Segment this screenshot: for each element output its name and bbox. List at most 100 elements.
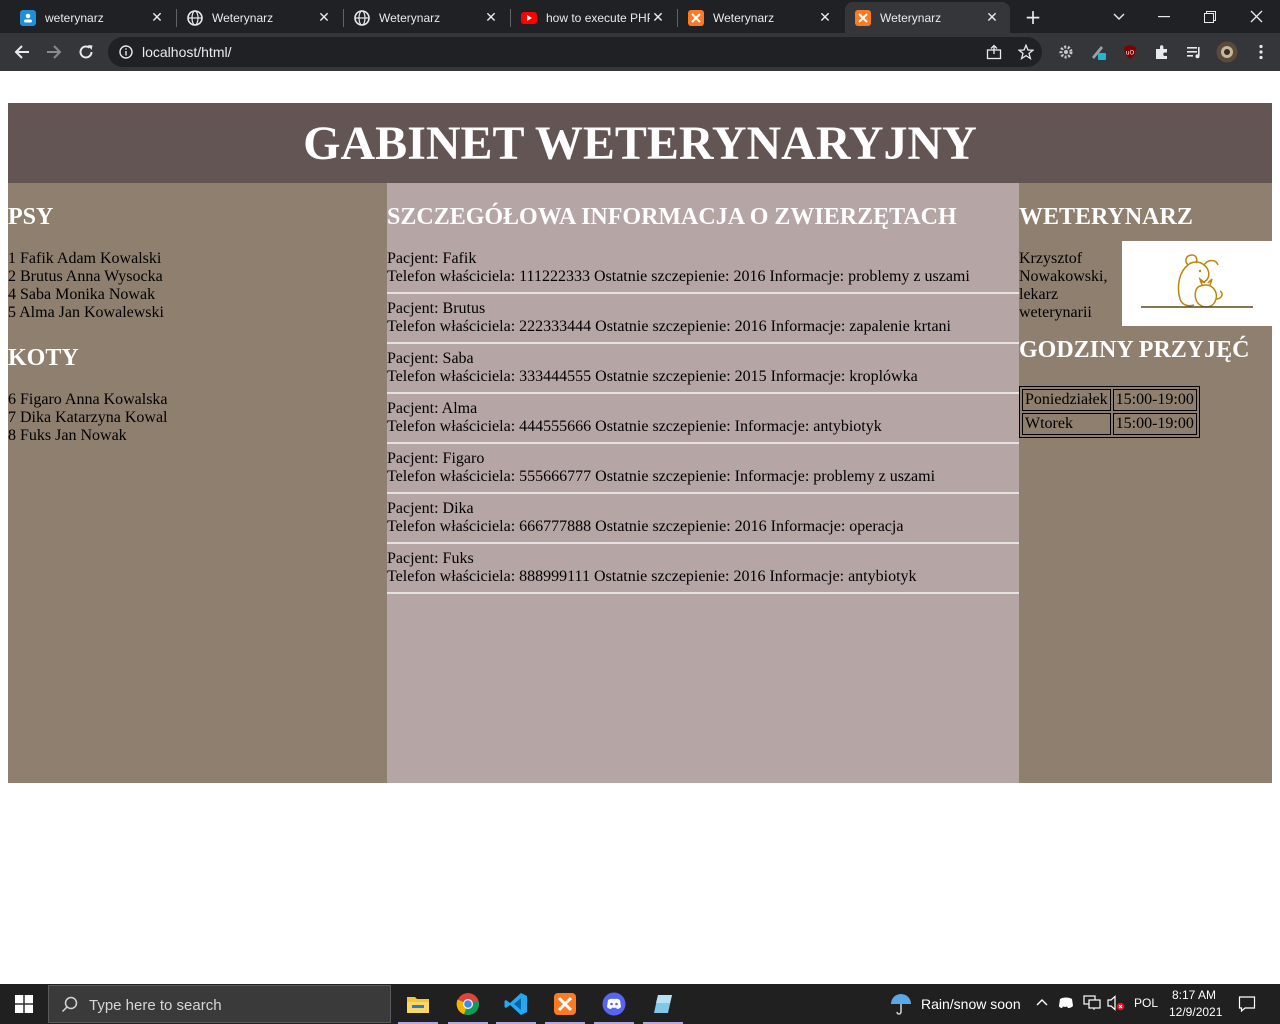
vet-info: Krzysztof Nowakowski, lekarz weterynarii [1019,241,1272,336]
table-row: Poniedziałek 15:00-19:00 [1022,389,1197,411]
notepad-icon [654,995,672,1013]
discord-tray-icon[interactable] [1058,996,1074,1010]
shield-icon: uO [1124,45,1136,59]
tab-title: how to execute PHP [546,10,650,25]
tab-title: Weterynarz [880,10,942,25]
vet-name-line: weterynarii [1019,304,1092,321]
discord-icon [602,992,626,1016]
chrome-button[interactable] [444,984,492,1024]
hours-table: Poniedziałek 15:00-19:00 Wtorek 15:00-19… [1019,386,1200,438]
chevron-down-icon [1113,13,1125,20]
patient-record: Pacjent: Saba Telefon właściciela: 33344… [387,350,1019,394]
right-panel: WETERYNARZ Krzysztof Nowakowski, lekarz … [1019,183,1272,783]
patient-name: Pacjent: Figaro [387,450,485,467]
info-icon[interactable] [119,45,133,59]
day-cell: Wtorek [1022,413,1111,435]
tab-search-button[interactable] [1096,0,1142,33]
ublock-extension[interactable]: uO [1121,43,1139,61]
back-button[interactable] [9,39,35,65]
tab-title: Weterynarz [379,10,441,25]
new-tab-button[interactable]: + [1022,6,1044,28]
vet-name-line: Krzysztof [1019,250,1083,267]
browser-tab[interactable]: weterynarz ✕ [10,2,175,33]
browser-tab-active[interactable]: Weterynarz ✕ [845,2,1010,33]
web-page: GABINET WETERYNARYJNY PSY 1 Fafik Adam K… [0,71,1280,983]
umbrella-icon[interactable] [889,992,913,1016]
browser-tab[interactable]: Weterynarz ✕ [678,2,843,33]
close-icon[interactable]: ✕ [483,9,499,26]
patient-info: Telefon właściciela: 444555666 Ostatnie … [387,418,882,435]
browser-tab[interactable]: Weterynarz ✕ [177,2,342,33]
restore-button[interactable] [1187,0,1233,33]
start-button[interactable] [0,984,48,1024]
vet-name-line: lekarz [1019,286,1059,303]
xampp-icon [688,9,704,26]
browser-tab[interactable]: Weterynarz ✕ [344,2,509,33]
share-icon[interactable] [986,44,1002,60]
details-heading: SZCZEGÓŁOWA INFORMACJA O ZWIERZĘTACH [387,204,957,230]
patient-name: Pacjent: Brutus [387,300,486,317]
patient-record: Pacjent: Alma Telefon właściciela: 44455… [387,400,1019,444]
reload-button[interactable] [73,39,99,65]
extensions-button[interactable] [1153,43,1171,61]
close-window-button[interactable] [1233,0,1279,33]
minimize-button[interactable] [1141,0,1187,33]
patient-record: Pacjent: Fafik Telefon właściciela: 1112… [387,250,1019,294]
cats-list: 6 Figaro Anna Kowalska 7 Dika Katarzyna … [8,391,387,445]
clock-time[interactable]: 8:17 AM [1172,988,1216,1002]
close-icon[interactable]: ✕ [316,9,332,26]
browser-toolbar: localhost/html/ uO [0,33,1280,71]
patient-name: Pacjent: Alma [387,400,478,417]
browser-tab[interactable]: how to execute PHP ✕ [511,2,676,33]
vscode-icon [504,993,527,1015]
close-icon[interactable]: ✕ [149,9,165,26]
file-explorer-button[interactable] [394,984,442,1024]
xampp-button[interactable] [541,984,589,1024]
vscode-button[interactable] [492,984,540,1024]
close-icon[interactable]: ✕ [817,9,833,26]
settings-gear-extension[interactable] [1057,43,1075,61]
notepad-app-button[interactable] [639,984,687,1024]
playlist-icon [1187,47,1200,59]
tab-title: weterynarz [45,10,104,25]
patient-info: Telefon właściciela: 111222333 Ostatnie … [387,268,970,285]
day-cell: Poniedziałek [1022,389,1111,411]
chrome-menu-button[interactable] [1252,43,1270,61]
table-row: Wtorek 15:00-19:00 [1022,413,1197,435]
dog-cat-logo-icon [1141,254,1253,308]
chevron-up-icon[interactable] [1036,998,1048,1006]
media-control-button[interactable] [1185,43,1203,61]
time-cell: 15:00-19:00 [1112,413,1197,435]
page-title: GABINET WETERYNARYJNY [303,116,977,170]
vet-heading: WETERYNARZ [1019,204,1193,230]
profile-avatar[interactable] [1216,41,1238,63]
weather-text[interactable]: Rain/snow soon [921,996,1021,1012]
list-item: 6 Figaro Anna Kowalska [8,391,168,408]
address-bar[interactable]: localhost/html/ [108,37,1042,67]
globe-icon [354,9,370,26]
pen-extension[interactable] [1089,43,1107,61]
vet-name-line: Nowakowski, [1019,268,1108,285]
patient-info: Telefon właściciela: 222333444 Ostatnie … [387,318,951,335]
restore-icon [1204,10,1216,23]
volume-muted-icon[interactable] [1107,995,1125,1011]
discord-button[interactable] [590,984,638,1024]
list-item: 5 Alma Jan Kowalewski [8,304,164,321]
notification-icon[interactable] [1238,995,1256,1013]
globe-icon [187,9,203,26]
dogs-heading: PSY [8,204,54,230]
url-text[interactable]: localhost/html/ [142,44,231,60]
search-icon [61,996,78,1013]
network-icon[interactable] [1083,995,1101,1011]
forward-button[interactable] [41,39,67,65]
star-icon[interactable] [1018,44,1034,60]
close-icon[interactable]: ✕ [650,9,666,26]
xampp-icon [855,9,871,26]
language-indicator[interactable]: POL [1134,996,1158,1010]
close-icon[interactable]: ✕ [984,9,1000,26]
tab-title: Weterynarz [212,10,274,25]
taskbar-search-box[interactable]: Type here to search [48,985,391,1023]
clock-date[interactable]: 12/9/2021 [1169,1005,1222,1019]
list-item: 1 Fafik Adam Kowalski [8,250,162,267]
patient-record: Pacjent: Dika Telefon właściciela: 66677… [387,500,1019,544]
